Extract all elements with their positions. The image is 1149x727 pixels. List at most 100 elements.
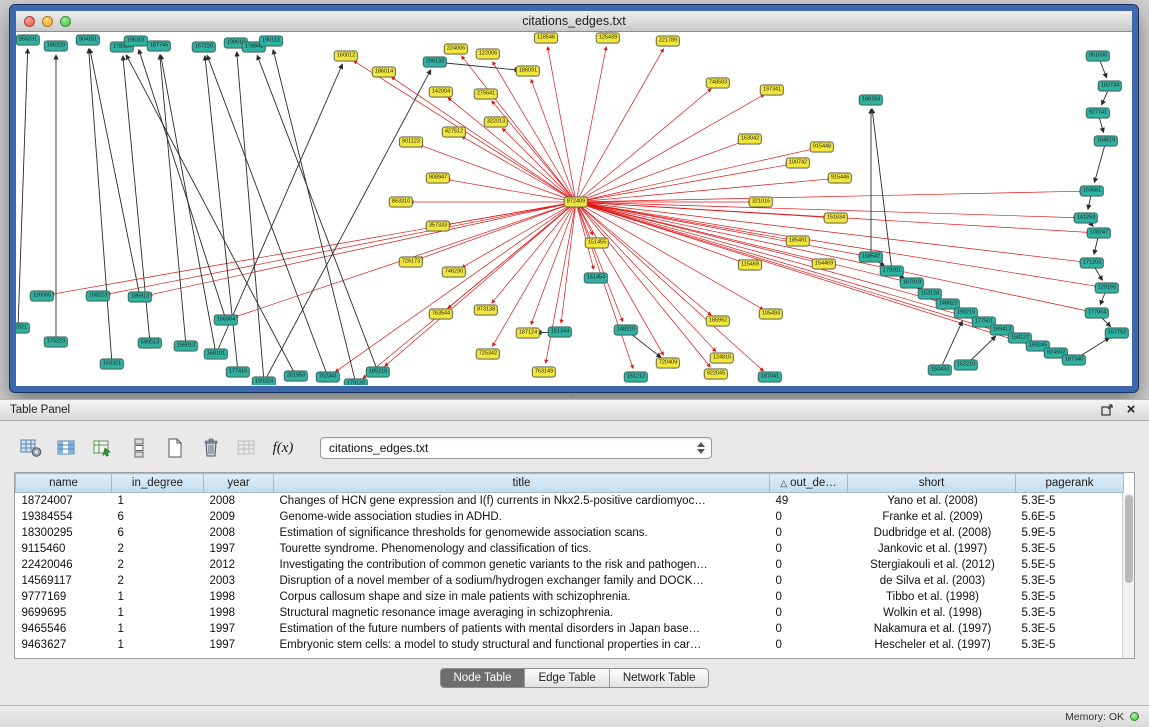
graph-node[interactable]: 108247 [1087,228,1111,239]
graph-node[interactable]: 746230 [442,267,466,278]
graph-node[interactable]: 164519 [1094,136,1118,147]
graph-node[interactable]: 357333 [426,221,450,232]
graph-node[interactable]: 185952 [706,316,730,327]
graph-node[interactable]: 185210 [366,367,390,378]
graph-node[interactable]: 901123 [399,137,423,148]
tab-edge-table[interactable]: Edge Table [525,669,609,687]
graph-node[interactable]: 148210 [614,325,638,336]
table-row[interactable]: 946554611997Estimation of the future num… [16,621,1124,637]
graph-node[interactable]: 166784 [859,95,883,106]
graph-node[interactable]: 904151 [76,35,100,46]
graph-node[interactable]: 150433 [928,365,952,376]
graph-node[interactable]: 221789 [656,36,680,47]
graph-node[interactable]: 322013 [484,117,508,128]
graph-node[interactable]: 725342 [476,349,500,360]
graph-node[interactable]: 186091 [516,66,540,77]
graph-node[interactable]: 186014 [372,67,396,78]
tab-network-table[interactable]: Network Table [610,669,709,687]
table-row[interactable]: 946362711997Embryonic stem cells: a mode… [16,637,1124,653]
graph-node[interactable]: 126065 [30,291,54,302]
tab-node-table[interactable]: Node Table [441,669,526,687]
table-scrollbar-thumb[interactable] [1125,495,1133,583]
graph-node[interactable]: 956231 [16,35,40,46]
table-scrollbar[interactable] [1122,493,1134,658]
graph-node[interactable]: 166904 [214,315,238,326]
graph-node[interactable]: 167919 [900,278,924,289]
table-row[interactable]: 1938455462009Genome-wide association stu… [16,509,1124,525]
graph-node[interactable]: 118546 [534,33,558,44]
graph-node[interactable]: 160012 [334,51,358,62]
graph-node[interactable]: 187340 [1062,355,1086,366]
graph-node[interactable]: 154469 [812,259,836,270]
table-row[interactable]: 1456911722003Disruption of a novel membe… [16,573,1124,589]
table-row[interactable]: 1872400712008Changes of HCN gene express… [16,493,1124,509]
graph-node[interactable]: 190113 [259,36,283,47]
new-table-icon[interactable] [162,435,188,461]
table-row[interactable]: 969969511998Structural magnetic resonanc… [16,605,1124,621]
graph-node[interactable]: 120165 [1095,283,1119,294]
delete-table-icon[interactable] [198,435,224,461]
graph-node[interactable]: 748503 [706,78,730,89]
graph-node[interactable]: 100742 [786,158,810,169]
graph-node[interactable]: 186220 [44,41,68,52]
graph-node[interactable]: 863310 [389,197,413,208]
column-visibility-icon[interactable] [54,435,80,461]
graph-node[interactable]: 141253 [1074,213,1098,224]
graph-node[interactable]: 762341 [316,372,340,383]
graph-node[interactable]: 201553 [284,371,308,382]
column-header-title[interactable]: title [274,474,770,493]
graph-node[interactable]: 153321 [100,359,124,370]
graph-node[interactable]: 142004 [429,87,453,98]
table-settings-icon[interactable] [18,435,44,461]
window-titlebar[interactable]: citations_edges.txt [16,11,1132,32]
graph-node[interactable]: 951630 [1086,51,1110,62]
graph-node[interactable]: 196301 [124,36,148,47]
graph-node[interactable]: 177415 [226,367,250,378]
graph-node[interactable]: 122006 [476,49,500,60]
graph-node[interactable]: 872409 [564,197,588,208]
close-panel-icon[interactable]: × [1123,402,1139,418]
column-header-pagerank[interactable]: pagerank [1016,474,1124,493]
column-header-year[interactable]: year [204,474,274,493]
zoom-window-button[interactable] [60,16,71,27]
graph-node[interactable]: 125439 [596,33,620,44]
graph-node[interactable]: 185491 [786,236,810,247]
graph-node[interactable]: 179120 [344,379,368,386]
table-row[interactable]: 1830029562008Estimation of significance … [16,525,1124,541]
graph-node[interactable]: 720409 [656,358,680,369]
graph-node[interactable]: 105493 [759,309,783,320]
graph-node[interactable]: 763149 [532,367,556,378]
network-selector[interactable]: citations_edges.txt [320,437,712,459]
graph-node[interactable]: 915446 [828,173,852,184]
graph-node[interactable]: 162210 [954,360,978,371]
table-import-icon[interactable] [90,435,116,461]
graph-node[interactable]: 185913 [128,292,152,303]
graph-node[interactable]: 167220 [192,42,216,53]
graph-node[interactable]: 151212 [624,372,648,383]
graph-node[interactable]: 187124 [516,328,540,339]
function-builder-button[interactable]: f(x) [270,435,296,461]
column-header-name[interactable]: name [16,474,112,493]
graph-node[interactable]: 115469 [738,260,762,271]
graph-node[interactable]: 224006 [444,44,468,55]
table-row[interactable]: 911546021997Tourette syndrome. Phenomeno… [16,541,1124,557]
graph-node[interactable]: 151634 [824,213,848,224]
graph-node[interactable]: 155013 [174,341,198,352]
network-canvas[interactable]: 8724091185461220061420049011238633107261… [16,32,1132,385]
graph-node[interactable]: 922045 [704,369,728,380]
graph-node[interactable]: 927741 [1086,108,1110,119]
close-window-button[interactable] [24,16,35,27]
graph-node[interactable]: 190224 [252,377,276,386]
table-row[interactable]: 2242004622012Investigating the contribut… [16,557,1124,573]
minimize-window-button[interactable] [42,16,53,27]
graph-node[interactable]: 197341 [760,85,784,96]
graph-node[interactable]: 151344 [548,327,572,338]
table-row[interactable]: 977716911998Corpus callosum shape and si… [16,589,1124,605]
graph-node[interactable]: 177064 [1085,308,1109,319]
graph-node[interactable]: 168223 [86,291,110,302]
graph-node[interactable]: 908947 [426,173,450,184]
graph-node[interactable]: 168101 [204,349,228,360]
graph-node[interactable]: 151454 [584,273,608,284]
graph-node[interactable]: 151455 [585,238,609,249]
graph-node[interactable]: 206133 [423,57,447,68]
